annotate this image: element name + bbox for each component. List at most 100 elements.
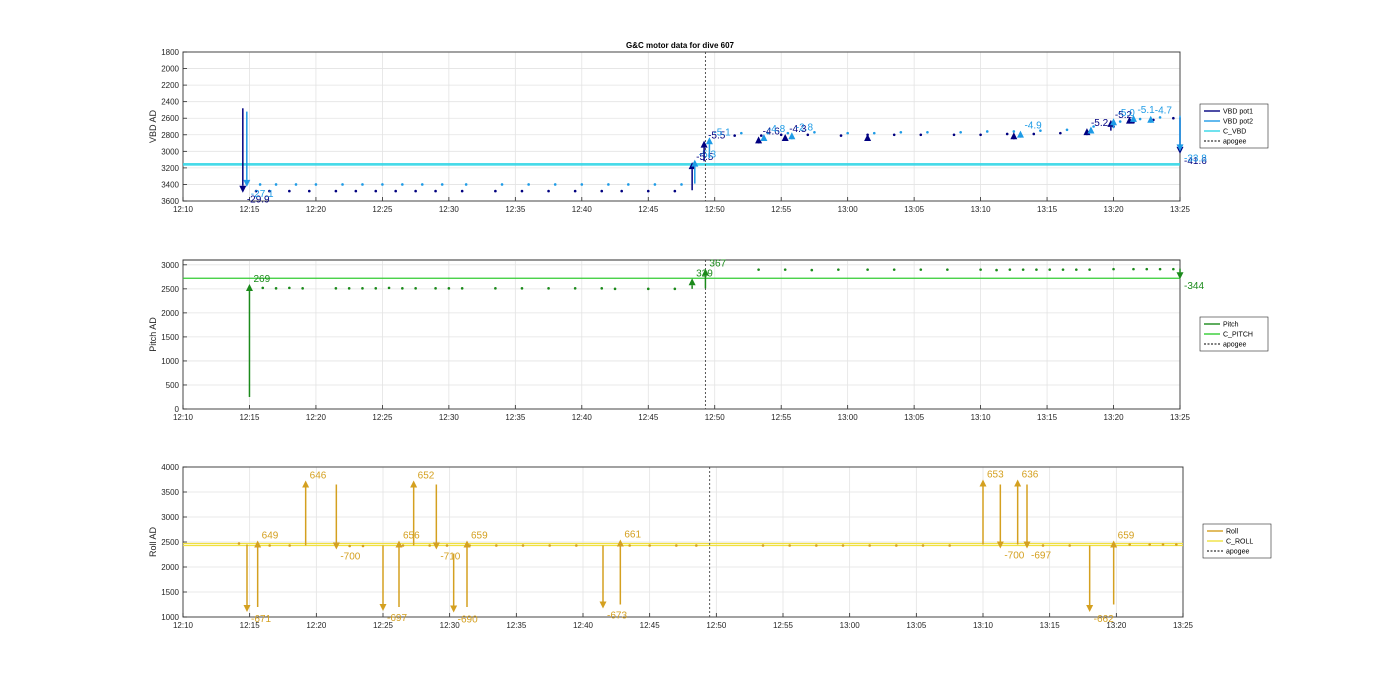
data-point — [520, 189, 524, 193]
x-tick-label: 13:25 — [1170, 413, 1191, 422]
chart-2: 12:10 12:15 12:20 12:25 12:30 12:35 12:40 12:45… — [148, 259, 1269, 422]
data-point — [959, 130, 962, 134]
chart-1: 12:10 12:15 12:20 12:25 12:30 12:35 12:40 12:45… — [148, 48, 1269, 214]
arrow-label: -710 — [440, 552, 460, 563]
data-point — [495, 544, 498, 547]
y-tick-label: 1500 — [161, 333, 179, 342]
y-axis-label: VBD AD — [148, 109, 158, 143]
data-point — [1161, 543, 1165, 546]
data-point — [946, 268, 949, 271]
legend-entry: apogee — [1223, 342, 1246, 349]
y-tick-label: 1500 — [161, 588, 179, 597]
data-point — [815, 544, 818, 547]
data-point — [1065, 128, 1069, 132]
legend: VBD pot1 VBD pot2 C_VBDapogee — [1199, 103, 1269, 149]
data-point — [985, 130, 989, 133]
arrow-label: -2.8 — [796, 122, 814, 133]
data-point — [868, 544, 871, 547]
data-point — [447, 287, 451, 290]
data-point — [607, 183, 610, 186]
data-point — [1132, 267, 1135, 271]
data-point — [783, 268, 787, 271]
data-point — [434, 189, 437, 193]
arrow-label: 653 — [987, 470, 1004, 481]
x-tick-label: 12:10 — [173, 621, 194, 630]
arrow-label: 269 — [253, 274, 270, 285]
data-point — [387, 286, 391, 290]
y-tick-label: 2400 — [161, 98, 179, 107]
x-tick-label: 13:15 — [1037, 205, 1058, 214]
x-tick-label: 13:00 — [838, 205, 859, 214]
legend-entry: apogee — [1226, 549, 1249, 556]
arrow-label: -33.8 — [1184, 153, 1207, 164]
data-point — [548, 544, 551, 547]
data-point — [952, 133, 956, 137]
x-tick-label: 12:55 — [771, 413, 792, 422]
data-point — [1068, 544, 1071, 547]
y-tick-label: 2800 — [161, 131, 179, 140]
y-tick-label: 4000 — [161, 463, 179, 472]
data-point — [948, 544, 951, 547]
data-point — [866, 268, 869, 271]
arrow-label: -697 — [387, 613, 407, 624]
data-point — [1172, 116, 1175, 120]
arrow-label: 652 — [418, 471, 435, 482]
data-point — [1175, 543, 1178, 546]
data-point — [500, 183, 504, 186]
data-point — [600, 287, 604, 290]
data-point — [374, 287, 378, 290]
arrow-label: -4.8 — [768, 124, 786, 135]
data-point — [361, 544, 365, 548]
y-tick-label: 3400 — [161, 180, 179, 189]
data-point — [1035, 268, 1038, 271]
x-tick-label: 12:50 — [706, 621, 727, 630]
arrow-label: -662 — [1094, 614, 1114, 625]
data-point — [695, 544, 698, 547]
arrow-label: 659 — [471, 531, 488, 542]
y-tick-label: 1000 — [161, 357, 179, 366]
data-point — [1008, 268, 1012, 271]
data-point — [374, 189, 378, 193]
arrow-label: -671 — [251, 614, 271, 625]
data-point — [237, 542, 241, 545]
y-tick-label: 3600 — [161, 197, 179, 206]
data-point — [440, 183, 444, 186]
data-point — [1112, 267, 1115, 271]
axes-box — [182, 259, 1181, 410]
y-axis-label: Pitch AD — [148, 317, 158, 352]
legend-entry: Pitch — [1223, 322, 1239, 329]
data-point — [841, 544, 845, 547]
legend-entry: C_ROLL — [1226, 539, 1253, 546]
data-point — [428, 544, 431, 547]
arrow-label: -697 — [1031, 551, 1051, 562]
data-point — [839, 134, 843, 137]
legend-entry: C_VBD — [1223, 129, 1246, 136]
x-tick-label: 12:35 — [505, 205, 526, 214]
data-point — [420, 183, 424, 186]
x-tick-label: 13:20 — [1104, 413, 1125, 422]
data-point — [394, 189, 397, 193]
data-point — [1145, 267, 1149, 271]
x-tick-label: 13:10 — [971, 205, 992, 214]
x-tick-label: 12:20 — [306, 413, 327, 422]
arrow-label: -5.3 — [699, 150, 717, 161]
data-point — [268, 544, 271, 547]
x-tick-label: 12:15 — [239, 413, 260, 422]
arrow-label: -27.1 — [251, 189, 274, 200]
data-point — [401, 544, 405, 547]
x-tick-label: 13:20 — [1104, 205, 1125, 214]
data-point — [872, 131, 876, 135]
data-point — [401, 287, 404, 290]
x-tick-label: 13:25 — [1170, 205, 1191, 214]
data-point — [620, 189, 623, 193]
data-point — [757, 268, 760, 271]
data-point — [733, 134, 736, 137]
data-point — [445, 544, 449, 547]
data-point — [573, 189, 577, 193]
data-point — [979, 268, 982, 271]
data-point — [1041, 544, 1045, 547]
data-point — [628, 544, 631, 547]
x-tick-label: 12:40 — [572, 413, 593, 422]
data-point — [895, 544, 898, 547]
x-tick-label: 13:15 — [1037, 413, 1058, 422]
